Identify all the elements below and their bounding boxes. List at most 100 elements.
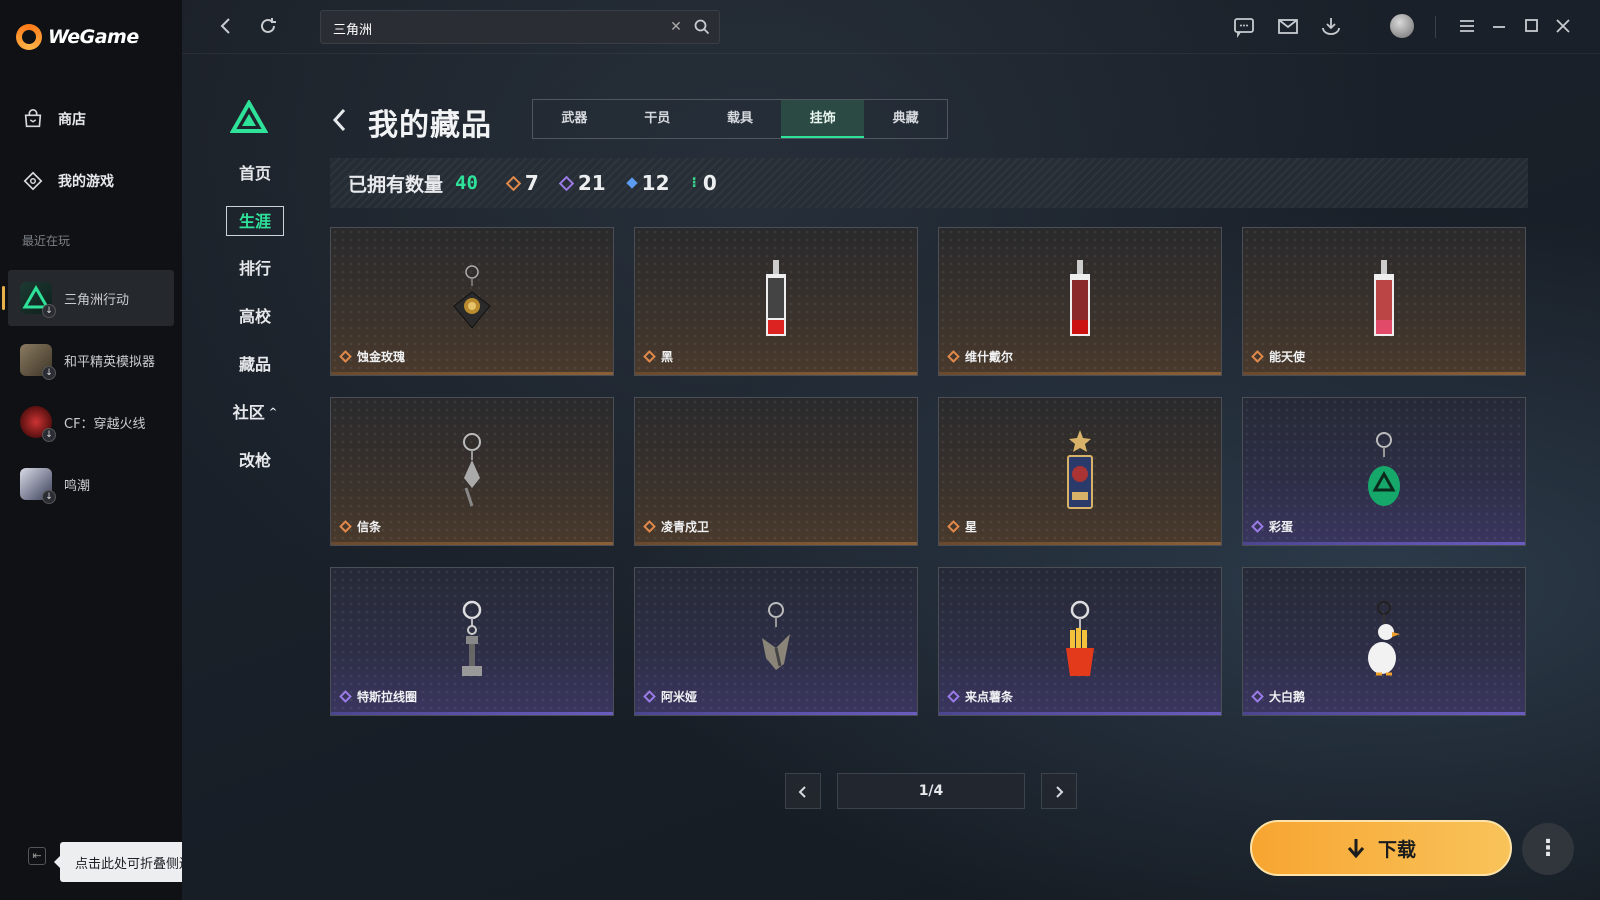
rarity-count-value: 21 <box>577 171 606 195</box>
collection-card[interactable]: 彩蛋 <box>1242 397 1526 546</box>
minimize-icon[interactable] <box>1487 14 1511 38</box>
white-goose-charm-icon <box>1368 601 1400 676</box>
download-badge-icon: ↓ <box>42 366 56 380</box>
collection-card[interactable]: 阿米娅 <box>634 567 918 716</box>
prev-page-button[interactable] <box>785 773 821 809</box>
chevron-up-icon: ^ <box>268 407 278 418</box>
rarity-purple-icon <box>558 175 575 191</box>
game-nav-community[interactable]: 社区 ^ <box>226 398 284 428</box>
recent-game-peace-elite[interactable]: ↓ 和平精英模拟器 <box>8 332 174 388</box>
item-name: 信条 <box>357 520 382 534</box>
game-nav-community-label: 社区 <box>232 403 265 422</box>
brand-name: WeGame <box>48 26 139 48</box>
card-label: 凌青戍卫 <box>643 518 709 535</box>
tab-vehicles[interactable]: 载具 <box>699 100 782 138</box>
recent-game-delta-force[interactable]: ↓ 三角洲行动 <box>2 270 174 326</box>
collection-card[interactable]: 凌青戍卫 <box>634 397 918 546</box>
rarity-gold-icon <box>505 175 522 191</box>
rarity-count-value: 0 <box>702 171 717 195</box>
card-label: 蚀金玫瑰 <box>339 348 405 365</box>
collection-tabs: 武器 干员 载具 挂饰 典藏 <box>532 99 948 139</box>
download-badge-icon: ↓ <box>42 428 56 442</box>
collection-card[interactable]: 能天使 <box>1242 227 1526 376</box>
collapse-sidebar-button[interactable]: ⇤ <box>28 847 46 865</box>
card-label: 阿米娅 <box>643 688 697 705</box>
rarity-purple-icon <box>1251 520 1264 533</box>
card-label: 特斯拉线圈 <box>339 688 418 705</box>
tab-archive[interactable]: 典藏 <box>864 100 947 138</box>
collection-card[interactable]: 黑 <box>634 227 918 376</box>
page-back-icon[interactable] <box>330 106 350 134</box>
rarity-gold-icon <box>339 520 352 533</box>
tag-charm-icon <box>1070 260 1090 336</box>
rarity-gold-icon <box>339 350 352 363</box>
download-label: 下载 <box>1377 838 1416 861</box>
item-name: 特斯拉线圈 <box>357 690 418 704</box>
recent-game-wuthering-waves[interactable]: ↓ 鸣潮 <box>8 456 174 512</box>
games-icon <box>23 171 43 191</box>
sidebar-item-store[interactable]: 商店 <box>22 108 86 130</box>
back-icon[interactable] <box>214 14 238 38</box>
game-nav-college[interactable]: 高校 <box>226 302 284 332</box>
card-label: 维什戴尔 <box>947 348 1013 365</box>
tag-charm-icon <box>766 260 786 336</box>
collection-card[interactable]: 星 <box>938 397 1222 546</box>
tag-charm-icon <box>1374 260 1394 336</box>
card-label: 黑 <box>643 348 673 365</box>
game-nav-ranking[interactable]: 排行 <box>226 254 284 284</box>
rarity-gold-icon <box>643 520 656 533</box>
main-area: ✕ 首页 生涯 排行 高校 藏品 社区 ^ <box>182 0 1600 900</box>
tab-weapons[interactable]: 武器 <box>533 100 616 138</box>
card-label: 彩蛋 <box>1251 518 1294 535</box>
next-page-button[interactable] <box>1041 773 1077 809</box>
game-nav-gunsmith[interactable]: 改枪 <box>226 446 284 476</box>
game-nav-collection[interactable]: 藏品 <box>226 350 284 380</box>
collection-card[interactable]: 维什戴尔 <box>938 227 1222 376</box>
card-label: 能天使 <box>1251 348 1306 365</box>
rarity-count-purple: 21 <box>558 171 606 195</box>
owned-total: 40 <box>455 172 478 194</box>
fries-charm-icon <box>1066 600 1094 676</box>
refresh-icon[interactable] <box>256 14 280 38</box>
tab-operators[interactable]: 干员 <box>616 100 699 138</box>
menu-icon[interactable] <box>1455 14 1479 38</box>
sidebar-item-my-games[interactable]: 我的游戏 <box>22 170 114 192</box>
collection-card[interactable]: 蚀金玫瑰 <box>330 227 614 376</box>
tab-charms[interactable]: 挂饰 <box>781 100 865 138</box>
page-title: 我的藏品 <box>368 108 492 143</box>
downloads-icon[interactable] <box>1319 14 1343 38</box>
user-avatar[interactable] <box>1390 14 1414 38</box>
page-indicator: 1/4 <box>837 773 1025 809</box>
mail-icon[interactable] <box>1276 14 1300 38</box>
item-name: 彩蛋 <box>1269 520 1294 534</box>
close-icon[interactable] <box>1551 14 1575 38</box>
collection-grid: 蚀金玫瑰 黑 维什戴尔 能天使 信条 凌青戍卫 星 彩蛋 特斯拉线圈 阿米娅 来… <box>330 227 1528 717</box>
brand[interactable]: WeGame <box>16 22 139 52</box>
recent-game-label: 和平精英模拟器 <box>64 354 156 370</box>
store-icon <box>24 109 42 128</box>
delta-force-logo-icon[interactable] <box>230 100 268 134</box>
rarity-gold-icon <box>1251 350 1264 363</box>
owned-count-label: 已拥有数量 <box>348 173 444 196</box>
game-nav-career[interactable]: 生涯 <box>226 206 284 236</box>
amiya-charm-icon <box>762 602 790 670</box>
rarity-gold-icon <box>947 350 960 363</box>
game-nav-home[interactable]: 首页 <box>226 159 284 189</box>
clear-search-icon[interactable]: ✕ <box>667 18 685 36</box>
game-thumbnail: ↓ <box>20 282 56 318</box>
collection-card[interactable]: 来点薯条 <box>938 567 1222 716</box>
chat-icon[interactable] <box>1232 14 1256 38</box>
collection-card[interactable]: 信条 <box>330 397 614 546</box>
collection-card[interactable]: 大白鹅 <box>1242 567 1526 716</box>
tesla-coil-charm-icon <box>462 600 482 676</box>
search-icon[interactable] <box>693 18 711 36</box>
item-name: 能天使 <box>1269 350 1306 364</box>
rarity-gold-icon <box>947 520 960 533</box>
recent-game-crossfire[interactable]: ↓ CF：穿越火线 <box>8 394 174 450</box>
maximize-icon[interactable] <box>1519 14 1543 38</box>
collection-card[interactable]: 特斯拉线圈 <box>330 567 614 716</box>
search-input[interactable] <box>333 18 653 38</box>
owned-stats-bar: 已拥有数量 40 7 21 12 ⁝ 0 <box>330 158 1528 208</box>
more-options-button[interactable]: ⋮ <box>1522 823 1574 875</box>
download-button[interactable]: 下载 <box>1250 820 1512 876</box>
